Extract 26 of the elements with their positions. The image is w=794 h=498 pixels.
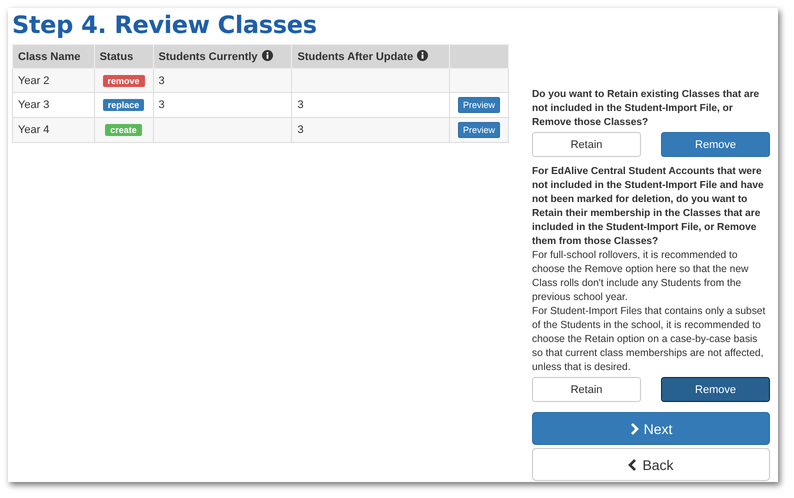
table-cell: 3 (153, 68, 292, 92)
status-badge: remove (102, 74, 145, 86)
table-cell: Year 4 (12, 118, 94, 142)
column-header: Students After Update (292, 44, 450, 68)
status-badge: create (105, 124, 142, 136)
question-text: For EdAlive Central Student Accounts that were not included in the Student-Import File and have not been marked for deletion, do you want to Retain their membership in the Classes that are included in the Student-Import File, or Remove them from those Classes? (532, 165, 765, 249)
table-cell: 3 (292, 118, 450, 142)
preview-button[interactable]: Preview (458, 97, 500, 113)
option-button[interactable]: Retain (532, 132, 641, 157)
note-text: For full-school rollovers, it is recommended to choose the Remove option here so that the new Class rolls don't include any Students from the previous school year. (532, 249, 750, 305)
next-button[interactable]: Next (532, 412, 770, 445)
column-header: Students Currently (153, 44, 292, 68)
column-header: Class Name (12, 44, 94, 68)
preview-button[interactable]: Preview (458, 122, 500, 138)
option-button[interactable]: Retain (532, 377, 641, 402)
column-header: Status (94, 44, 154, 68)
status-badge: replace (102, 99, 144, 111)
option-button[interactable]: Remove (661, 132, 770, 157)
option-button[interactable]: Remove (661, 377, 770, 402)
page-title: Step 4. Review Classes (12, 10, 317, 40)
question-text: Do you want to Retain existing Classes that are not included in the Student-Import File, or Remove those Classes? (532, 88, 760, 130)
table-cell: Year 2 (12, 68, 94, 92)
back-button[interactable]: Back (532, 448, 770, 481)
chevron-left-icon (628, 458, 638, 470)
chevron-right-icon (630, 422, 639, 434)
note-text: For Student-Import Files that contains only a subset of the Students in the school, it is recommended to choose the Retain option on a case-by-case basis so that current class memberships are not affected, unless that is desired. (532, 305, 766, 375)
